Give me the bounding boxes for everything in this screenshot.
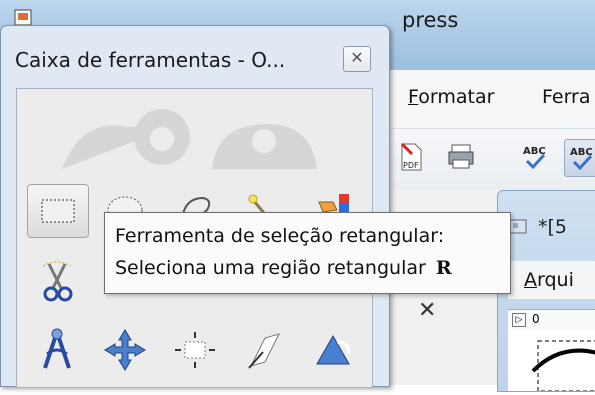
impress-window-title: press [402, 8, 459, 32]
print-button[interactable] [444, 139, 478, 175]
scissors-select-tool[interactable] [27, 254, 87, 306]
flip-icon [316, 334, 351, 365]
menu-ferramentas[interactable]: Ferra [542, 86, 591, 108]
impress-menubar: Formatar Ferra [378, 70, 595, 128]
tooltip-title: Ferramenta de seleção retangular: [115, 225, 445, 247]
menu-arquivo[interactable]: Arqui [524, 269, 574, 291]
menu-formatar[interactable]: Formatar [408, 86, 494, 108]
flip-tool[interactable] [303, 324, 363, 376]
svg-text:PDF: PDF [403, 161, 419, 170]
align-icon [43, 328, 71, 369]
toolbox-window: Caixa de ferramentas - O... ✕ [0, 25, 390, 388]
spellcheck-icon: ABC [523, 146, 546, 170]
ruler: ▷ 0 [508, 309, 595, 333]
toolbox-close-button[interactable]: ✕ [343, 46, 371, 72]
crop-tool[interactable] [165, 324, 225, 376]
shear-icon [248, 333, 280, 369]
spellcheck-button[interactable]: ABC [518, 139, 552, 175]
panel-close-icon[interactable]: ✕ [418, 298, 436, 323]
document-canvas[interactable] [508, 331, 595, 392]
canvas-shape-icon [531, 340, 595, 392]
document-window: *[5 Arqui ▷ 0 [497, 190, 595, 392]
export-pdf-button[interactable]: PDF [394, 139, 428, 175]
toolbox-title: Caixa de ferramentas - O... [15, 48, 286, 72]
autospellcheck-button[interactable]: ABC [564, 139, 595, 177]
move-tool[interactable] [95, 324, 155, 376]
impress-toolbar: PDF ABC ABC [378, 128, 595, 191]
wilber-drop-zone-icon [62, 109, 317, 169]
tool-tooltip: Ferramenta de seleção retangular: Seleci… [104, 212, 511, 294]
align-tool[interactable] [27, 324, 87, 376]
autospellcheck-icon: ABC [570, 147, 593, 171]
document-icon [509, 219, 527, 234]
scissors-select-icon [42, 261, 73, 302]
move-icon [104, 329, 146, 371]
export-pdf-icon: PDF [400, 142, 422, 171]
menu-formatar-label: ormatar [418, 86, 495, 108]
menu-arquivo-label: rqui [537, 269, 574, 291]
tooltip-description-text: Seleciona uma região retangular [115, 257, 426, 279]
tooltip-description: Seleciona uma região retangular R [115, 257, 452, 279]
print-icon [448, 144, 474, 169]
rect-select-icon [41, 199, 75, 223]
close-icon: ✕ [350, 48, 364, 67]
ruler-zero-label: 0 [532, 312, 540, 326]
rect-select-tool[interactable] [27, 184, 89, 238]
shear-tool[interactable] [235, 324, 295, 376]
document-title: *[5 [538, 216, 568, 238]
crop-icon [175, 332, 215, 368]
tooltip-shortcut: R [435, 257, 452, 279]
ruler-toggle-icon[interactable]: ▷ [512, 313, 526, 327]
